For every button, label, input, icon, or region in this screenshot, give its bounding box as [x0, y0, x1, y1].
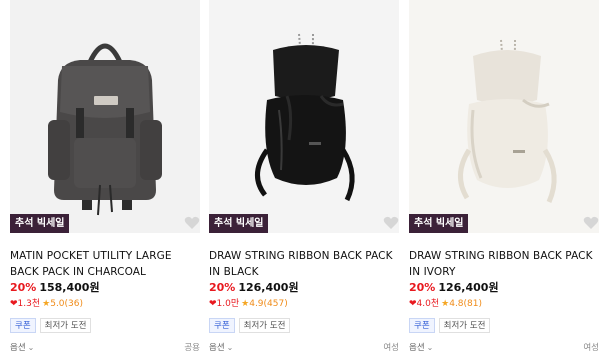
rating-value: 5.0(36): [50, 299, 84, 309]
rating-value: 4.8(81): [449, 299, 483, 309]
wishlist-heart-icon[interactable]: [383, 216, 399, 230]
product-title[interactable]: MATIN POCKET UTILITY LARGE BACK PACK IN …: [10, 248, 196, 280]
wishlist-heart-icon[interactable]: [583, 216, 599, 230]
benefit-chips: 쿠폰 최저가 도전: [209, 318, 291, 333]
coupon-chip: 쿠폰: [409, 318, 435, 333]
star-icon: ★: [441, 299, 450, 309]
wishlist-heart-icon[interactable]: [184, 216, 200, 230]
product-image[interactable]: 추석 빅세일: [10, 0, 200, 233]
heart-icon: ❤: [409, 299, 417, 309]
options-dropdown[interactable]: 옵션 ⌄: [10, 341, 34, 353]
lowest-price-chip: 최저가 도전: [438, 318, 491, 333]
discount-rate: 20%: [209, 281, 236, 294]
price-row: 20% 126,400원: [409, 281, 499, 295]
discount-rate: 20%: [10, 281, 37, 294]
sale-price: 158,400원: [39, 281, 100, 294]
options-dropdown[interactable]: 옵션 ⌄: [209, 341, 233, 353]
product-card[interactable]: 추석 빅세일 DRAW STRING RIBBON BACK PACK IN I…: [409, 0, 599, 358]
sale-badge: 추석 빅세일: [10, 214, 70, 233]
product-stats: ❤1.3천 ★5.0(36): [10, 298, 83, 310]
discount-rate: 20%: [409, 281, 436, 294]
product-card[interactable]: 추석 빅세일 MATIN POCKET UTILITY LARGE BACK P…: [10, 0, 200, 358]
like-count: 1.3천: [17, 299, 41, 309]
chevron-down-icon: ⌄: [426, 343, 434, 352]
lowest-price-chip: 최저가 도전: [39, 318, 92, 333]
sale-badge: 추석 빅세일: [409, 214, 469, 233]
chevron-down-icon: ⌄: [27, 343, 35, 352]
lowest-price-chip: 최저가 도전: [238, 318, 291, 333]
benefit-chips: 쿠폰 최저가 도전: [10, 318, 92, 333]
options-label: 옵션: [10, 343, 26, 353]
sale-price: 126,400원: [438, 281, 499, 294]
product-card[interactable]: 추석 빅세일 DRAW STRING RIBBON BACK PACK IN B…: [209, 0, 399, 358]
black-bucket-backpack-photo: [209, 0, 399, 233]
product-image[interactable]: 추석 빅세일: [409, 0, 599, 233]
ivory-bucket-backpack-photo: [409, 0, 599, 233]
coupon-chip: 쿠폰: [10, 318, 36, 333]
chevron-down-icon: ⌄: [226, 343, 234, 352]
product-grid: 추석 빅세일 MATIN POCKET UTILITY LARGE BACK P…: [0, 0, 600, 358]
like-count: 4.0천: [416, 299, 440, 309]
price-row: 20% 158,400원: [10, 281, 100, 295]
product-image[interactable]: 추석 빅세일: [209, 0, 399, 233]
price-row: 20% 126,400원: [209, 281, 299, 295]
sale-price: 126,400원: [238, 281, 299, 294]
benefit-chips: 쿠폰 최저가 도전: [409, 318, 491, 333]
heart-icon: ❤: [209, 299, 217, 309]
charcoal-backpack-photo: [10, 0, 200, 233]
product-title[interactable]: DRAW STRING RIBBON BACK PACK IN BLACK: [209, 248, 395, 280]
product-stats: ❤1.0만 ★4.9(457): [209, 298, 288, 310]
product-stats: ❤4.0천 ★4.8(81): [409, 298, 482, 310]
like-count: 1.0만: [216, 299, 240, 309]
options-label: 옵션: [209, 343, 225, 353]
gender-label: 여성: [383, 343, 399, 353]
sale-badge: 추석 빅세일: [209, 214, 269, 233]
options-label: 옵션: [409, 343, 425, 353]
star-icon: ★: [42, 299, 51, 309]
gender-label: 여성: [583, 343, 599, 353]
gender-label: 공용: [184, 343, 200, 353]
coupon-chip: 쿠폰: [209, 318, 235, 333]
product-title[interactable]: DRAW STRING RIBBON BACK PACK IN IVORY: [409, 248, 595, 280]
rating-value: 4.9(457): [249, 299, 288, 309]
options-dropdown[interactable]: 옵션 ⌄: [409, 341, 433, 353]
heart-icon: ❤: [10, 299, 18, 309]
star-icon: ★: [241, 299, 250, 309]
